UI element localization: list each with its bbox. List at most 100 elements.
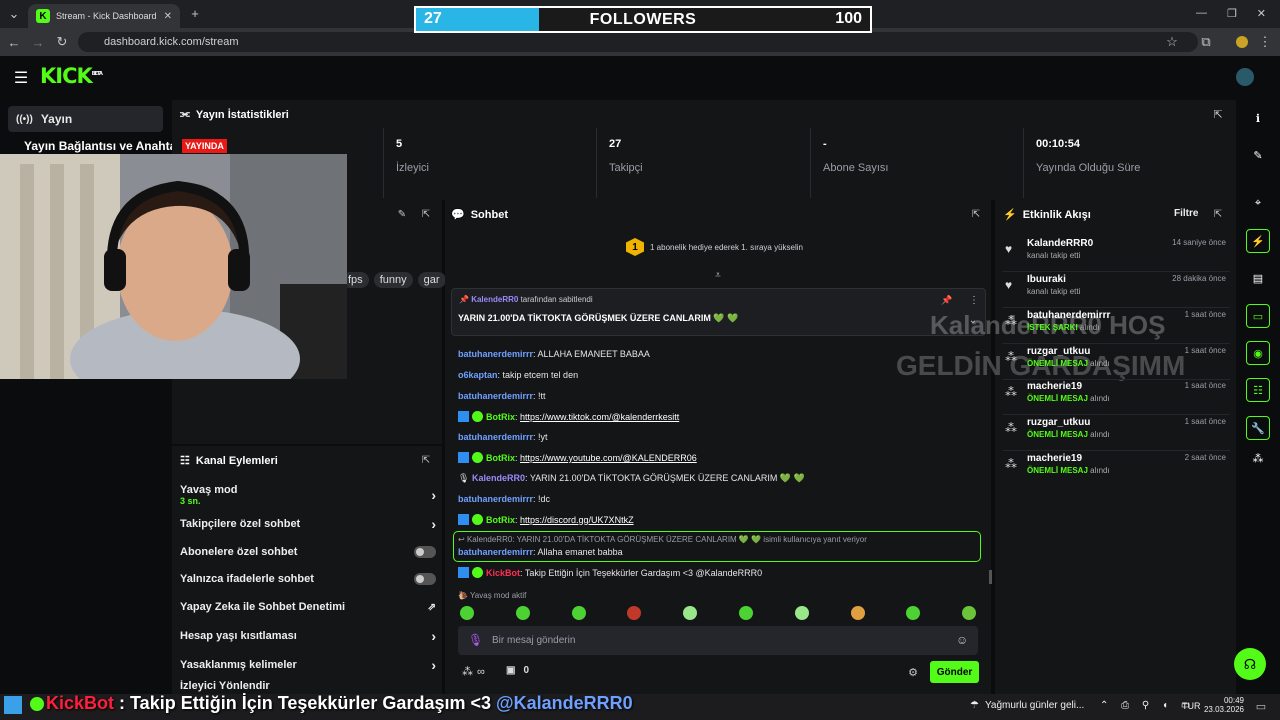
chat-username[interactable]: o6kaptan bbox=[458, 370, 498, 380]
channel-points[interactable]: ⁂ ∞ bbox=[462, 665, 485, 679]
chat-username[interactable]: BotRix bbox=[486, 412, 515, 422]
action-emotes-only[interactable]: Yalnızca ifadelerle sohbet bbox=[180, 568, 436, 590]
support-headset-icon[interactable]: ☊ bbox=[1234, 648, 1266, 680]
language-indicator[interactable]: TUR bbox=[1182, 701, 1201, 711]
event-user[interactable]: batuhanerdemirrr bbox=[1027, 310, 1110, 321]
reload-icon[interactable]: ↻ bbox=[54, 34, 70, 50]
chat-username[interactable]: batuhanerdemirrr bbox=[458, 391, 533, 401]
chat-link[interactable]: https://www.tiktok.com/@kalenderrkesitt bbox=[520, 412, 679, 422]
emote-3[interactable] bbox=[572, 606, 586, 620]
drops[interactable]: ▣ 0 bbox=[506, 665, 529, 676]
action-ai-moderation[interactable]: Yapay Zeka ile Sohbet Denetimi ⇗ bbox=[180, 596, 436, 618]
tag[interactable]: gar bbox=[417, 272, 446, 288]
emote-1[interactable] bbox=[460, 606, 474, 620]
actions-popout-icon[interactable]: ⇱ bbox=[420, 454, 432, 466]
kick-logo[interactable]: KICKBETA bbox=[40, 64, 103, 88]
start-icon[interactable] bbox=[4, 696, 22, 714]
event-user[interactable]: ruzgar_utkuu bbox=[1027, 346, 1090, 357]
chat-popout-icon[interactable]: ⇱ bbox=[970, 208, 982, 220]
chat-input[interactable]: 🎙 Bir mesaj gönderin ☺ bbox=[458, 626, 978, 655]
tag[interactable]: funny bbox=[373, 272, 413, 288]
chat-username[interactable]: KickBot bbox=[486, 568, 520, 578]
collapse-pin-icon[interactable]: ⩡ bbox=[712, 270, 724, 281]
event-user[interactable]: KalandeRRR0 bbox=[1027, 238, 1093, 249]
chat-settings-icon[interactable]: ⚙ bbox=[907, 666, 919, 679]
action-raid[interactable]: İzleyici Yönlendir bbox=[180, 680, 436, 694]
edit-icon[interactable]: ✎ bbox=[396, 208, 408, 220]
points-rail-icon[interactable]: ⁂ bbox=[1246, 446, 1270, 470]
chat-username[interactable]: batuhanerdemirrr bbox=[458, 547, 533, 557]
forward-icon[interactable]: → bbox=[30, 34, 46, 50]
maximize-icon[interactable]: ❐ bbox=[1227, 7, 1237, 20]
actions-rail-icon[interactable]: ☷ bbox=[1246, 378, 1270, 402]
pinned-by-user[interactable]: KalendeRR0 bbox=[471, 295, 518, 304]
notes-icon[interactable]: ▤ bbox=[1246, 266, 1270, 290]
minimize-icon[interactable]: — bbox=[1196, 7, 1207, 19]
browser-menu-icon[interactable]: ⋮ bbox=[1258, 34, 1272, 50]
new-tab-icon[interactable]: + bbox=[188, 6, 202, 21]
action-slow-mode[interactable]: Yavaş mod 3 sn. › bbox=[180, 482, 436, 508]
emote-6[interactable] bbox=[739, 606, 753, 620]
notification-icon[interactable]: ▭ bbox=[1254, 699, 1268, 713]
tools-rail-icon[interactable]: 🔧 bbox=[1246, 416, 1270, 440]
preview-popout-icon[interactable]: ⇱ bbox=[420, 208, 432, 220]
chat-username[interactable]: batuhanerdemirrr bbox=[458, 494, 533, 504]
chat-username[interactable]: batuhanerdemirrr bbox=[458, 349, 533, 359]
unpin-icon[interactable]: 📌 bbox=[941, 295, 952, 305]
chat-link[interactable]: https://discord.gg/UK7XNtkZ bbox=[520, 515, 634, 525]
bookmark-star-icon[interactable]: ☆ bbox=[1164, 34, 1180, 50]
filter-button[interactable]: Filtre bbox=[1174, 208, 1198, 219]
action-subscribers-only[interactable]: Abonelere özel sohbet bbox=[180, 541, 436, 563]
emote-10[interactable] bbox=[962, 606, 976, 620]
sidebar-item-yayin[interactable]: ((•)) Yayın bbox=[8, 106, 163, 132]
chat-rail-icon[interactable]: ▭ bbox=[1246, 304, 1270, 328]
toggle-switch[interactable] bbox=[414, 546, 436, 558]
event-user[interactable]: macherie19 bbox=[1027, 453, 1082, 464]
chat-username[interactable]: KalendeRR0 bbox=[472, 473, 525, 483]
chat-username[interactable]: BotRix bbox=[486, 515, 515, 525]
user-avatar[interactable] bbox=[1236, 68, 1254, 86]
action-account-age[interactable]: Hesap yaşı kısıtlaması › bbox=[180, 625, 436, 647]
emote-5[interactable] bbox=[683, 606, 697, 620]
clock[interactable]: 00:49 23.03.2026 bbox=[1202, 696, 1244, 714]
chat-username[interactable]: batuhanerdemirrr bbox=[458, 432, 533, 442]
emoji-picker-icon[interactable]: ☺ bbox=[956, 633, 968, 647]
event-user[interactable]: macherie19 bbox=[1027, 381, 1082, 392]
chat-username[interactable]: BotRix bbox=[486, 453, 515, 463]
action-followers-only[interactable]: Takipçilere özel sohbet › bbox=[180, 513, 436, 535]
window-close-icon[interactable]: ✕ bbox=[1257, 7, 1266, 20]
emote-7[interactable] bbox=[795, 606, 809, 620]
close-tab-icon[interactable]: ✕ bbox=[164, 11, 172, 22]
sub-gift-promo[interactable]: 1 1 abonelik hediye ederek 1. sıraya yük… bbox=[626, 238, 803, 256]
chat-text: takip etcem tel den bbox=[502, 370, 579, 380]
extensions-icon[interactable]: ⧉ bbox=[1198, 34, 1214, 50]
event-user[interactable]: Ibuuraki bbox=[1027, 274, 1066, 285]
emote-9[interactable] bbox=[906, 606, 920, 620]
chat-scrollbar[interactable] bbox=[989, 570, 992, 584]
popout-icon[interactable]: ⇱ bbox=[1212, 108, 1224, 121]
emote-2[interactable] bbox=[516, 606, 530, 620]
broadcast-rail-icon[interactable]: ◉ bbox=[1246, 341, 1270, 365]
chat-link[interactable]: https://www.youtube.com/@KALENDERR06 bbox=[520, 453, 697, 463]
toggle-switch[interactable] bbox=[414, 573, 436, 585]
capture-icon[interactable]: ⌖ bbox=[1246, 191, 1270, 215]
edit-pen-icon[interactable]: ✎ bbox=[1246, 143, 1270, 167]
event-user[interactable]: ruzgar_utkuu bbox=[1027, 417, 1090, 428]
emote-8[interactable] bbox=[851, 606, 865, 620]
weather-widget[interactable]: ☂ Yağmurlu günler geli... bbox=[970, 700, 1084, 711]
hamburger-menu-icon[interactable]: ☰ bbox=[12, 69, 30, 87]
pin-menu-icon[interactable]: ⋮ bbox=[969, 295, 979, 306]
tab-list-icon[interactable]: ⌄ bbox=[6, 6, 22, 22]
browser-tab[interactable]: K Stream - Kick Dashboard ✕ bbox=[28, 4, 180, 28]
emote-4[interactable] bbox=[627, 606, 641, 620]
send-button[interactable]: Gönder bbox=[930, 661, 979, 683]
sidebar-item-stream-key[interactable]: Yayın Bağlantısı ve Anahtarı bbox=[24, 139, 184, 153]
profile-avatar[interactable] bbox=[1236, 36, 1248, 48]
activity-popout-icon[interactable]: ⇱ bbox=[1212, 208, 1224, 220]
info-icon[interactable]: ℹ bbox=[1246, 106, 1270, 130]
back-icon[interactable]: ← bbox=[6, 34, 22, 50]
url-field[interactable]: dashboard.kick.com/stream bbox=[78, 32, 1198, 52]
points-redeem-icon: ⁂ bbox=[1005, 421, 1017, 435]
activity-rail-icon[interactable]: ⚡ bbox=[1246, 229, 1270, 253]
action-banned-words[interactable]: Yasaklanmış kelimeler › bbox=[180, 654, 436, 676]
